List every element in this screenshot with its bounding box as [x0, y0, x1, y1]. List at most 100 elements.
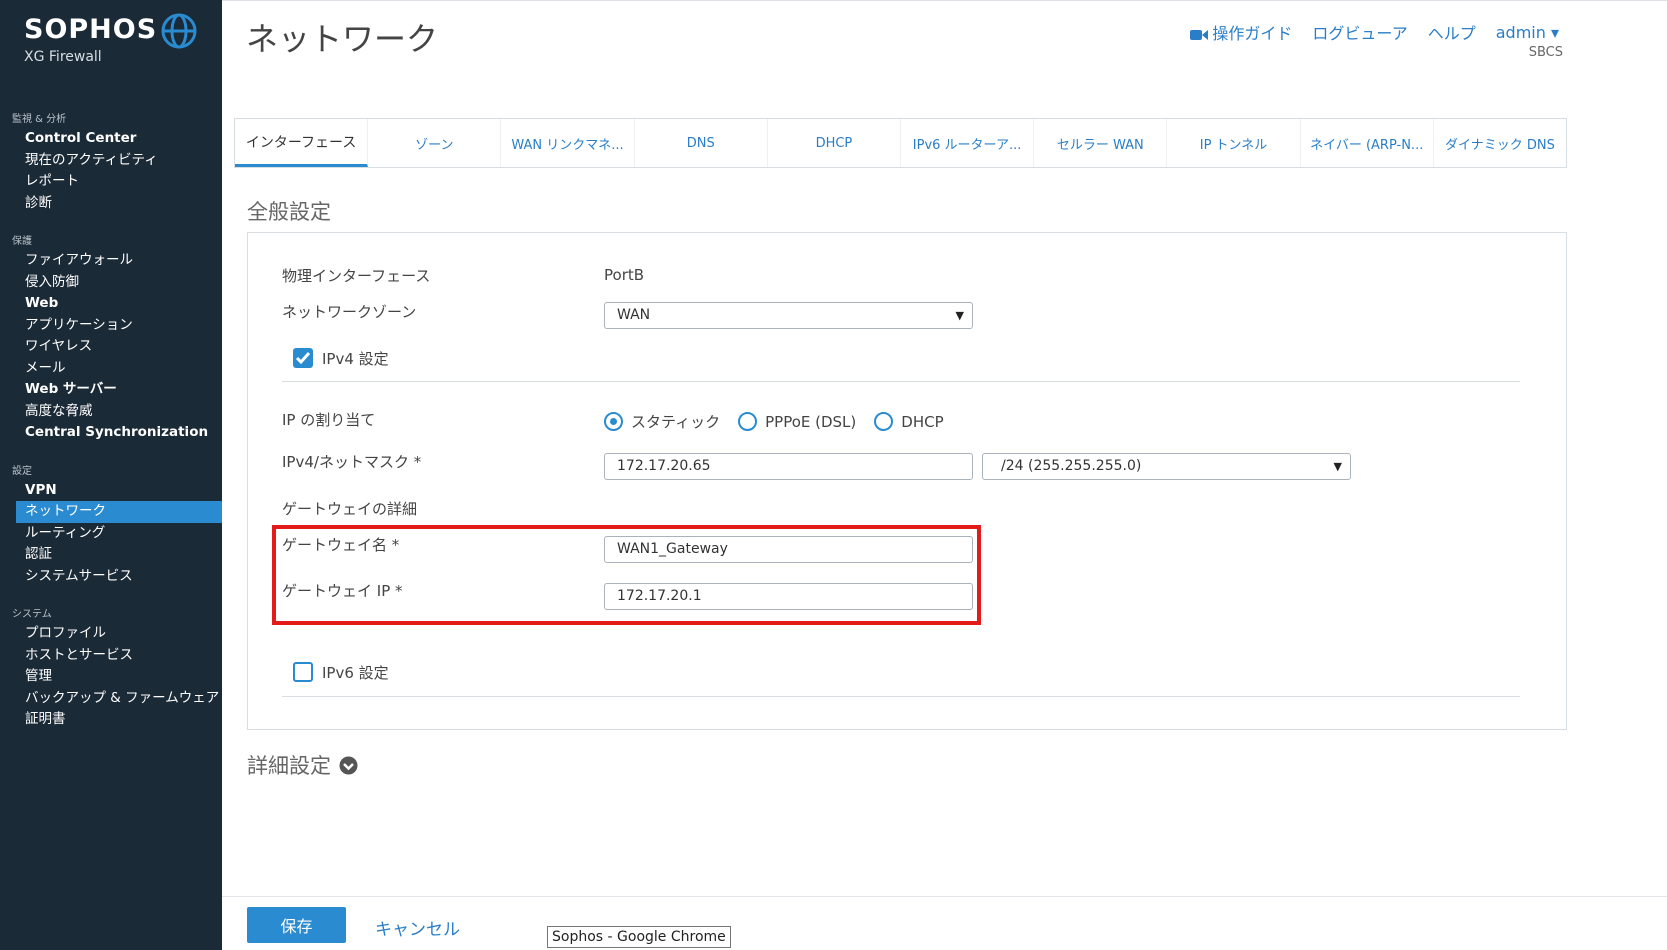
ip-assignment-radios: スタティック PPPoE (DSL) DHCP [604, 411, 962, 432]
radio-static-label: スタティック [631, 413, 721, 431]
gateway-ip-label: ゲートウェイ IP * [282, 582, 403, 600]
help-link[interactable]: ヘルプ [1428, 20, 1476, 44]
radio-static-icon [604, 412, 623, 431]
tab-bar: インターフェース ゾーン WAN リンクマネ... DNS DHCP IPv6 ルーターア… [234, 118, 1567, 168]
dropdown-caret-icon: ▼ [955, 309, 964, 322]
ipv4-address-value: 172.17.20.65 [617, 458, 711, 474]
sidebar-item[interactable]: 高度な脅威 [0, 401, 222, 423]
gateway-details-label: ゲートウェイの詳細 [282, 500, 418, 518]
gateway-ip-input[interactable]: 172.17.20.1 [604, 583, 973, 610]
nav-section-title: 設定 [12, 465, 32, 477]
tab[interactable]: ダイナミック DNS [1434, 119, 1566, 167]
ip-assignment-label: IP の割り当て [282, 411, 376, 429]
sidebar-item[interactable]: バックアップ & ファームウェア [0, 688, 222, 710]
gateway-ip-value: 172.17.20.1 [617, 588, 702, 604]
sidebar-item[interactable]: ホストとサービス [0, 645, 222, 667]
tab[interactable]: インターフェース [235, 119, 369, 167]
sidebar-item[interactable]: 管理 [0, 666, 222, 688]
nav-section: 監視 & 分析 Control Center 現在のアクティビティ レポート 診断 [0, 112, 222, 214]
network-zone-value: WAN [617, 307, 651, 323]
nav-section-title: 保護 [12, 236, 32, 247]
log-viewer-link[interactable]: ログビューア [1312, 20, 1407, 44]
user-menu[interactable]: admin ▾ [1496, 23, 1559, 42]
nav-section: 保護ファイアウォール 侵入防御 Web アプリケーション ワイヤレス メール Web サーバ… [0, 234, 222, 444]
nav-section-title: システム [12, 609, 52, 620]
network-zone-select[interactable]: WAN ▼ [604, 302, 973, 329]
page-title: ネットワーク [246, 20, 439, 58]
ipv6-label: IPv6 設定 [322, 664, 389, 682]
physical-interface-label: 物理インターフェース [282, 267, 431, 285]
tab[interactable]: DHCP [768, 119, 902, 167]
sidebar-item[interactable]: Central Synchronization [0, 422, 222, 444]
gateway-name-label: ゲートウェイ名 * [282, 536, 400, 554]
ipv4-checkbox[interactable] [293, 348, 313, 368]
ipv4-label: IPv4 設定 [322, 350, 389, 368]
advanced-settings-toggle[interactable]: 詳細設定 [247, 750, 358, 780]
sidebar-item[interactable]: ファイアウォール [0, 250, 222, 272]
cancel-button[interactable]: キャンセル [375, 915, 460, 940]
sidebar-item[interactable]: Web サーバー [0, 379, 222, 401]
gateway-name-input[interactable]: WAN1_Gateway [604, 536, 973, 563]
video-camera-icon [1190, 29, 1209, 40]
netmask-value: /24 (255.255.255.0) [1001, 458, 1142, 474]
header-links: 操作ガイド ログビューア ヘルプ admin ▾ [1190, 20, 1559, 44]
gateway-name-value: WAN1_Gateway [617, 541, 728, 557]
sidebar-item[interactable]: アプリケーション [0, 315, 222, 337]
ipv4-address-input[interactable]: 172.17.20.65 [604, 453, 973, 480]
tab[interactable]: ネイバー (ARP-N... [1301, 119, 1434, 167]
ipv4-netmask-label: IPv4/ネットマスク * [282, 453, 422, 471]
top-border [222, 0, 1667, 1]
sidebar-item[interactable]: プロファイル [0, 623, 222, 645]
radio-pppoe-label: PPPoE (DSL) [765, 412, 857, 431]
guide-link[interactable]: 操作ガイド [1190, 20, 1292, 44]
sidebar-item[interactable]: 診断 [0, 193, 222, 215]
sidebar-item[interactable]: Control Center [0, 128, 222, 150]
sidebar-item[interactable]: 認証 [0, 544, 222, 566]
ipv6-checkbox[interactable] [293, 662, 313, 682]
footer-bar: 保存 キャンセル [222, 896, 1667, 950]
sidebar-item[interactable]: 証明書 [0, 709, 222, 731]
radio-dhcp-icon [874, 412, 894, 431]
sidebar-item[interactable]: メール [0, 358, 222, 380]
nav-section-title: 監視 & 分析 [12, 114, 67, 125]
sidebar-item[interactable]: ルーティング [0, 523, 222, 545]
sidebar-item[interactable]: VPN [0, 480, 222, 502]
sidebar-item[interactable]: 侵入防御 [0, 272, 222, 294]
physical-interface-value: PortB [604, 266, 645, 284]
section-title-general: 全般設定 [247, 200, 331, 224]
tab[interactable]: ゾーン [368, 119, 502, 167]
divider [282, 696, 1520, 697]
brand-name: SOPHOS [24, 14, 158, 45]
sidebar-item[interactable]: システムサービス [0, 566, 222, 588]
sidebar-item[interactable]: Web [0, 293, 222, 315]
radio-static[interactable]: スタティック [604, 411, 720, 432]
tab[interactable]: セルラー WAN [1034, 119, 1168, 167]
save-button[interactable]: 保存 [247, 907, 346, 943]
sidebar: SOPHOS XG Firewall 監視 & 分析 Control Center… [0, 0, 222, 950]
sidebar-item[interactable]: 現在のアクティビティ [0, 150, 222, 172]
advanced-settings-title: 詳細設定 [247, 754, 331, 778]
radio-pppoe[interactable]: PPPoE (DSL) [738, 412, 856, 431]
chevron-down-icon [339, 756, 358, 774]
dropdown-caret-icon: ▼ [1333, 460, 1342, 473]
sidebar-nav: 監視 & 分析 Control Center 現在のアクティビティ レポート 診断保護フ… [0, 112, 222, 751]
tab[interactable]: DNS [635, 119, 768, 167]
nav-section: システムプロファイル ホストとサービス 管理 バックアップ & ファームウェア 証明書 [0, 607, 222, 731]
product-name: XG Firewall [24, 49, 102, 65]
radio-dhcp[interactable]: DHCP [874, 412, 944, 431]
tab[interactable]: IP トンネル [1167, 119, 1301, 167]
tab[interactable]: IPv6 ルーターア... [901, 119, 1035, 167]
checkmark-icon [295, 352, 311, 365]
nav-section: 設定 VPN ネットワーク ルーティング 認証 システムサービス [0, 464, 222, 588]
network-zone-label: ネットワークゾーン [282, 303, 417, 321]
globe-icon [161, 13, 197, 49]
brand-logo: SOPHOS XG Firewall [24, 14, 157, 65]
netmask-select[interactable]: /24 (255.255.255.0) ▼ [982, 453, 1351, 480]
divider [282, 381, 1520, 382]
sidebar-item[interactable]: レポート [0, 171, 222, 193]
sidebar-item[interactable]: ワイヤレス [0, 336, 222, 358]
tenant-label: SBCS [1528, 45, 1563, 60]
sidebar-item[interactable]: ネットワーク [16, 501, 222, 523]
guide-label: 操作ガイド [1212, 24, 1293, 43]
tab[interactable]: WAN リンクマネ... [501, 119, 635, 167]
